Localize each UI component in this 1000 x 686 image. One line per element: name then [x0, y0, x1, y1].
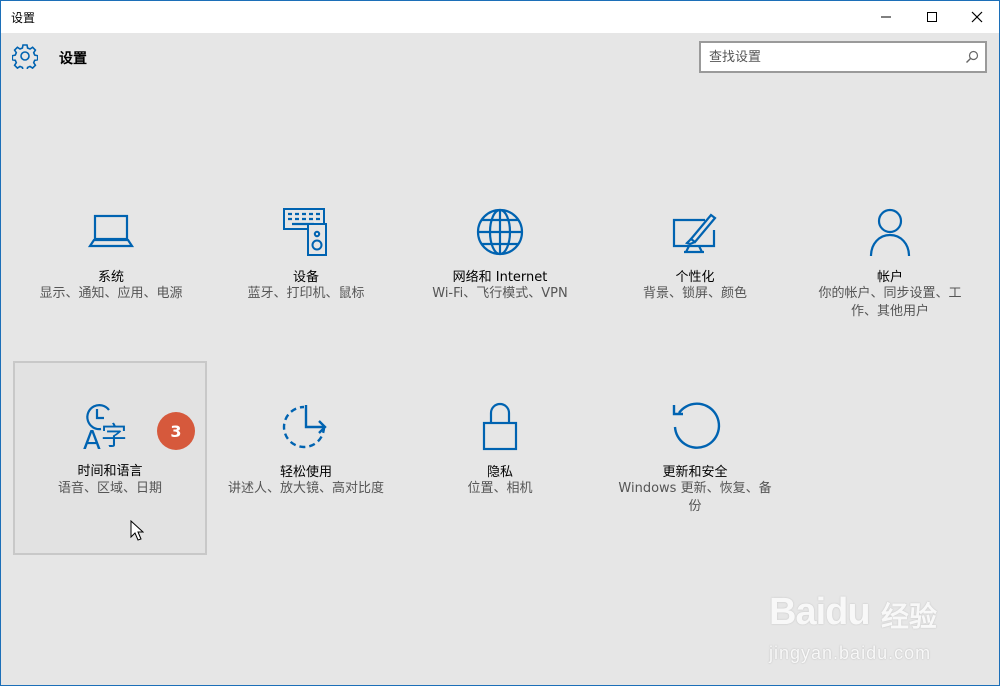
tile-description: 你的帐户、同步设置、工作、其他用户: [818, 286, 962, 319]
tile-description: 背景、锁屏、颜色: [642, 286, 747, 301]
tile-privacy[interactable]: 隐私 位置、相机: [403, 401, 597, 595]
search-box[interactable]: [699, 41, 987, 73]
tile-ease-of-access[interactable]: 轻松使用 讲述人、放大镜、高对比度: [209, 401, 403, 595]
ease-of-access-icon: [282, 405, 327, 449]
tile-label: 轻松使用: [279, 465, 332, 480]
tile-label: 个性化: [675, 270, 715, 285]
tile-personalization[interactable]: 个性化 背景、锁屏、颜色: [598, 206, 792, 400]
tile-label: 网络和 Internet: [452, 270, 548, 285]
close-button[interactable]: [954, 1, 1000, 33]
minimize-icon: [881, 16, 891, 18]
tile-label: 时间和语言: [77, 464, 143, 479]
tile-time-language[interactable]: A 字 时间和语言 语音、区域、日期: [13, 361, 207, 555]
tile-description: 位置、相机: [467, 481, 533, 496]
tile-label: 设备: [292, 270, 319, 285]
baidu-watermark: Baidu 经验 jingyan.baidu.com: [769, 583, 969, 673]
tile-description: Windows 更新、恢复、备份: [618, 481, 772, 514]
update-icon: [672, 402, 721, 449]
window-title: 设置: [11, 11, 36, 25]
tile-devices[interactable]: 设备 蓝牙、打印机、鼠标: [209, 206, 403, 400]
globe-icon: [476, 208, 524, 256]
search-input[interactable]: [709, 48, 949, 66]
tile-label: 帐户: [876, 270, 903, 285]
step-badge: 3: [157, 412, 195, 450]
personalization-icon: [672, 213, 717, 254]
settings-window: 设置 设置 查找设置 系统 显示、通知、应用、电源 设备 蓝牙、打印机、鼠标 网…: [0, 0, 1000, 686]
tile-accounts[interactable]: 帐户 你的帐户、同步设置、工作、其他用户: [793, 206, 987, 400]
page-title: 设置: [59, 51, 87, 67]
laptop-icon: [87, 214, 135, 248]
watermark-brand: Baidu: [769, 591, 871, 633]
time-language-icon: A 字: [83, 404, 127, 453]
watermark-url: jingyan.baidu.com: [769, 643, 932, 663]
maximize-button[interactable]: [909, 1, 955, 33]
page-header: 设置: [1, 33, 999, 81]
minimize-button[interactable]: [863, 1, 909, 33]
tile-description: 讲述人、放大镜、高对比度: [227, 481, 384, 496]
tile-network[interactable]: 网络和 Internet Wi-Fi、飞行模式、VPN: [403, 206, 597, 400]
tile-description: 显示、通知、应用、电源: [39, 286, 183, 301]
tile-description: Wi-Fi、飞行模式、VPN: [432, 286, 568, 301]
watermark-cn: 经验: [881, 600, 938, 633]
gear-icon: [12, 44, 38, 69]
title-bar: 设置: [1, 1, 999, 33]
svg-text:字: 字: [101, 422, 127, 452]
maximize-icon: [927, 12, 937, 22]
mouse-cursor-icon: [130, 520, 144, 541]
tile-label: 隐私: [486, 465, 513, 480]
close-icon: [971, 11, 983, 23]
svg-text:A: A: [83, 426, 101, 453]
tile-update-security[interactable]: 更新和安全 Windows 更新、恢复、备份: [598, 401, 792, 595]
person-icon: [869, 208, 911, 257]
devices-icon: [283, 208, 327, 256]
tile-label: 系统: [97, 270, 124, 285]
tile-description: 语音、区域、日期: [57, 481, 162, 496]
tile-description: 蓝牙、打印机、鼠标: [247, 286, 365, 301]
lock-icon: [482, 402, 518, 451]
tile-label: 更新和安全: [662, 465, 728, 480]
search-icon[interactable]: [965, 50, 979, 64]
